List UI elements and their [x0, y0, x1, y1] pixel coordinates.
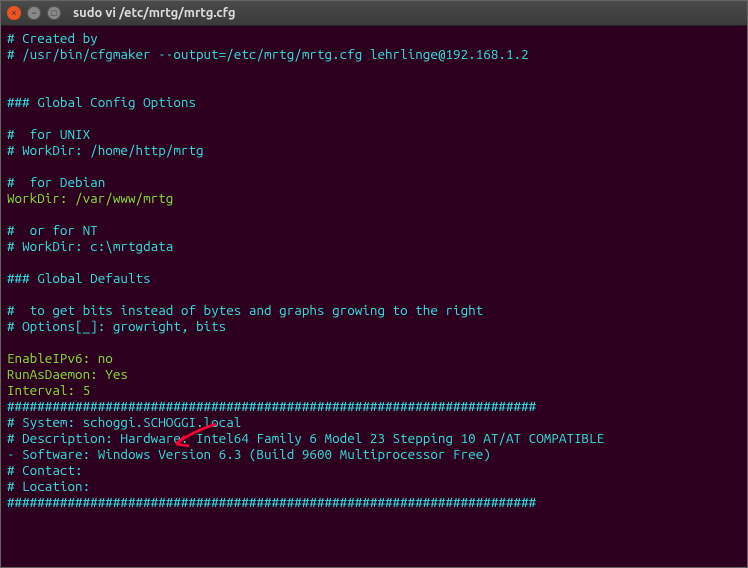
file-line: # Description: Hardware: Intel64 Family …: [7, 430, 604, 446]
file-line: - Software: Windows Version 6.3 (Build 9…: [7, 446, 491, 462]
file-line: # for Debian: [7, 174, 105, 190]
titlebar[interactable]: × − □ sudo vi /etc/mrtg/mrtg.cfg: [1, 1, 747, 26]
file-line: # or for NT: [7, 222, 98, 238]
file-line: # for UNIX: [7, 126, 90, 142]
file-line: # /usr/bin/cfgmaker --output=/etc/mrtg/m…: [7, 46, 529, 62]
file-line: # to get bits instead of bytes and graph…: [7, 302, 483, 318]
close-icon[interactable]: ×: [7, 6, 21, 20]
window-title: sudo vi /etc/mrtg/mrtg.cfg: [73, 6, 236, 20]
minimize-icon[interactable]: −: [27, 6, 41, 20]
file-line: # Options[_]: growright, bits: [7, 318, 226, 334]
file-line: # Location:: [7, 478, 90, 494]
file-line: EnableIPv6: no: [7, 350, 113, 366]
file-line: # WorkDir: /home/http/mrtg: [7, 142, 204, 158]
maximize-icon[interactable]: □: [47, 6, 61, 20]
file-line: ########################################…: [7, 494, 536, 510]
file-line: # WorkDir: c:\mrtgdata: [7, 238, 173, 254]
file-line: ########################################…: [7, 398, 536, 414]
file-line: Interval: 5: [7, 382, 90, 398]
terminal-window: × − □ sudo vi /etc/mrtg/mrtg.cfg # Creat…: [0, 0, 748, 568]
file-line: WorkDir: /var/www/mrtg: [7, 190, 173, 206]
terminal-content[interactable]: # Created by # /usr/bin/cfgmaker --outpu…: [1, 26, 747, 567]
file-line: RunAsDaemon: Yes: [7, 366, 128, 382]
file-line: # Created by: [7, 30, 98, 46]
file-line: # System: schoggi.SCHOGGI.local: [7, 414, 241, 430]
file-line: ### Global Config Options: [7, 94, 196, 110]
file-line: # Contact:: [7, 462, 83, 478]
file-line: ### Global Defaults: [7, 270, 151, 286]
